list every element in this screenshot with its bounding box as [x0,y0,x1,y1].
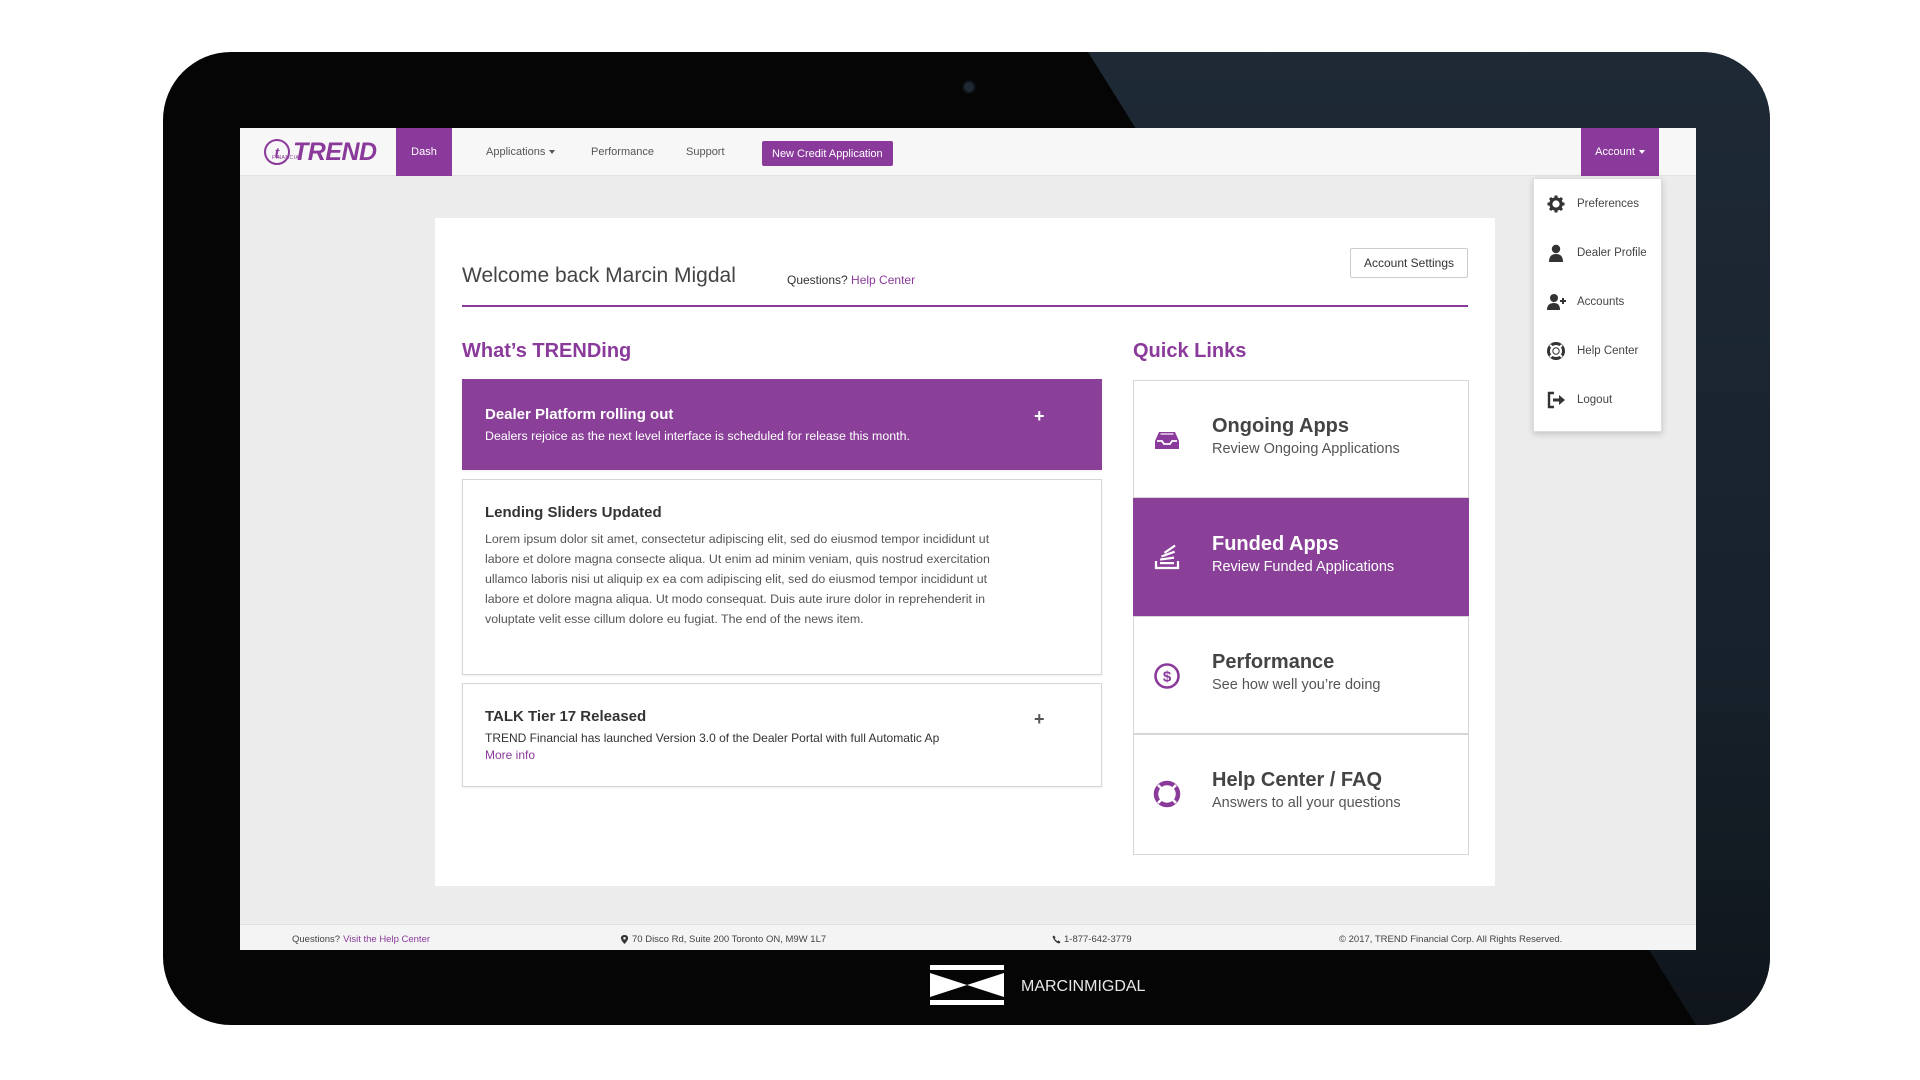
menu-item-logout[interactable]: Logout [1534,375,1663,424]
menu-item-dealer-profile[interactable]: Dealer Profile [1534,228,1663,277]
nav-performance[interactable]: Performance [577,128,668,176]
stack-icon [1152,543,1182,573]
marcinmigdal-logo-icon [930,965,1004,1005]
news-item-talk-tier[interactable]: TALK Tier 17 Released TREND Financial ha… [462,683,1102,787]
news-body: Dealers rejoice as the next level interf… [485,429,910,443]
quick-link-subtitle: Review Funded Applications [1212,559,1395,575]
svg-text:$: $ [1163,669,1172,686]
quick-link-subtitle: Answers to all your questions [1212,795,1401,811]
expand-plus-icon[interactable]: + [1034,710,1045,728]
user-plus-icon [1545,291,1567,313]
nav-applications-label: Applications [486,146,546,158]
map-marker-icon [620,935,629,944]
account-dropdown-menu: Preferences Dealer Profile Accounts Help… [1533,178,1662,432]
phone-icon [1052,935,1061,944]
news-title: TALK Tier 17 Released [485,708,647,725]
questions-help: Questions? Help Center [787,273,915,287]
news-body: Lorem ipsum dolor sit amet, consectetur … [485,532,990,626]
help-center-link[interactable]: Help Center [851,273,915,287]
quick-link-subtitle: See how well you’re doing [1212,677,1381,693]
brand-name: MARCINMIGDAL [1021,978,1146,995]
quick-link-performance[interactable]: $ Performance See how well you’re doing [1133,616,1469,734]
logo-mark: t [264,139,290,165]
footer-phone: 1-877-642-3779 [1052,934,1132,945]
quick-link-title: Ongoing Apps [1212,415,1350,437]
nav-support[interactable]: Support [672,128,739,176]
caret-down-icon [1638,150,1645,154]
dashboard-card: Welcome back Marcin Migdal Questions? He… [435,218,1495,886]
nav-applications[interactable]: Applications [472,128,569,176]
nav-account[interactable]: Account [1581,128,1659,176]
footer-address: 70 Disco Rd, Suite 200 Toronto ON, M9W 1… [620,934,826,945]
expand-plus-icon[interactable]: + [1034,407,1045,425]
sign-out-icon [1545,389,1567,411]
nav-dash-label: Dash [411,146,437,158]
camera-icon [962,80,976,94]
quick-links-title: Quick Links [1133,340,1247,362]
menu-item-label: Help Center [1577,344,1639,357]
footer-phone-text: 1-877-642-3779 [1064,934,1132,945]
logo-subtitle: FINANCIAL [272,155,303,161]
quick-link-title: Help Center / FAQ [1212,769,1383,791]
inbox-icon [1152,425,1182,455]
lifebuoy-icon [1152,779,1182,809]
dollar-circle-icon: $ [1152,661,1182,691]
account-settings-button[interactable]: Account Settings [1350,248,1468,278]
quick-link-funded-apps[interactable]: Funded Apps Review Funded Applications [1133,498,1469,616]
nav-performance-label: Performance [591,146,654,158]
trending-title: What’s TRENDing [462,340,632,362]
news-item-lending-sliders[interactable]: Lending Sliders Updated Lorem ipsum dolo… [462,479,1102,675]
caret-down-icon [549,150,556,154]
page-footer: Questions? Visit the Help Center 70 Disc… [240,924,1696,950]
nav-dash[interactable]: Dash [396,128,452,176]
questions-label: Questions? [787,273,848,287]
footer-questions-label: Questions? [292,934,341,945]
quick-link-title: Funded Apps [1212,533,1340,555]
news-title: Dealer Platform rolling out [485,406,674,423]
news-title: Lending Sliders Updated [485,504,662,521]
divider [462,305,1468,307]
menu-item-preferences[interactable]: Preferences [1534,179,1663,228]
user-icon [1545,242,1567,264]
footer-questions: Questions? Visit the Help Center [292,934,430,945]
new-credit-application-button[interactable]: New Credit Application [762,141,893,166]
app-screen: t TREND FINANCIAL Dash Applications Perf… [240,128,1696,950]
menu-item-label: Preferences [1577,197,1640,210]
menu-item-accounts[interactable]: Accounts [1534,277,1663,326]
footer-help-link[interactable]: Visit the Help Center [343,934,430,945]
nav-support-label: Support [686,146,725,158]
quick-link-subtitle: Review Ongoing Applications [1212,441,1400,457]
gear-icon [1545,193,1567,215]
menu-item-label: Logout [1577,393,1613,406]
menu-item-help-center[interactable]: Help Center [1534,326,1663,375]
news-body: TREND Financial has launched Version 3.0… [485,731,940,745]
news-item-dealer-platform[interactable]: Dealer Platform rolling out Dealers rejo… [462,379,1102,470]
logo-text: TREND [293,137,377,166]
quick-link-title: Performance [1212,651,1335,673]
footer-copyright: © 2017, TREND Financial Corp. All Rights… [1339,934,1563,945]
welcome-heading: Welcome back Marcin Migdal [462,264,736,287]
quick-link-help-center[interactable]: Help Center / FAQ Answers to all your qu… [1133,734,1469,855]
menu-item-label: Dealer Profile [1577,246,1647,259]
menu-item-label: Accounts [1577,295,1625,308]
trend-logo[interactable]: t TREND [264,136,377,168]
nav-account-label: Account [1595,146,1635,158]
lifebuoy-icon [1545,340,1567,362]
footer-address-text: 70 Disco Rd, Suite 200 Toronto ON, M9W 1… [632,934,827,945]
quick-link-ongoing-apps[interactable]: Ongoing Apps Review Ongoing Applications [1133,380,1469,498]
top-navbar: t TREND FINANCIAL Dash Applications Perf… [240,128,1696,176]
more-info-link[interactable]: More info [485,748,535,762]
